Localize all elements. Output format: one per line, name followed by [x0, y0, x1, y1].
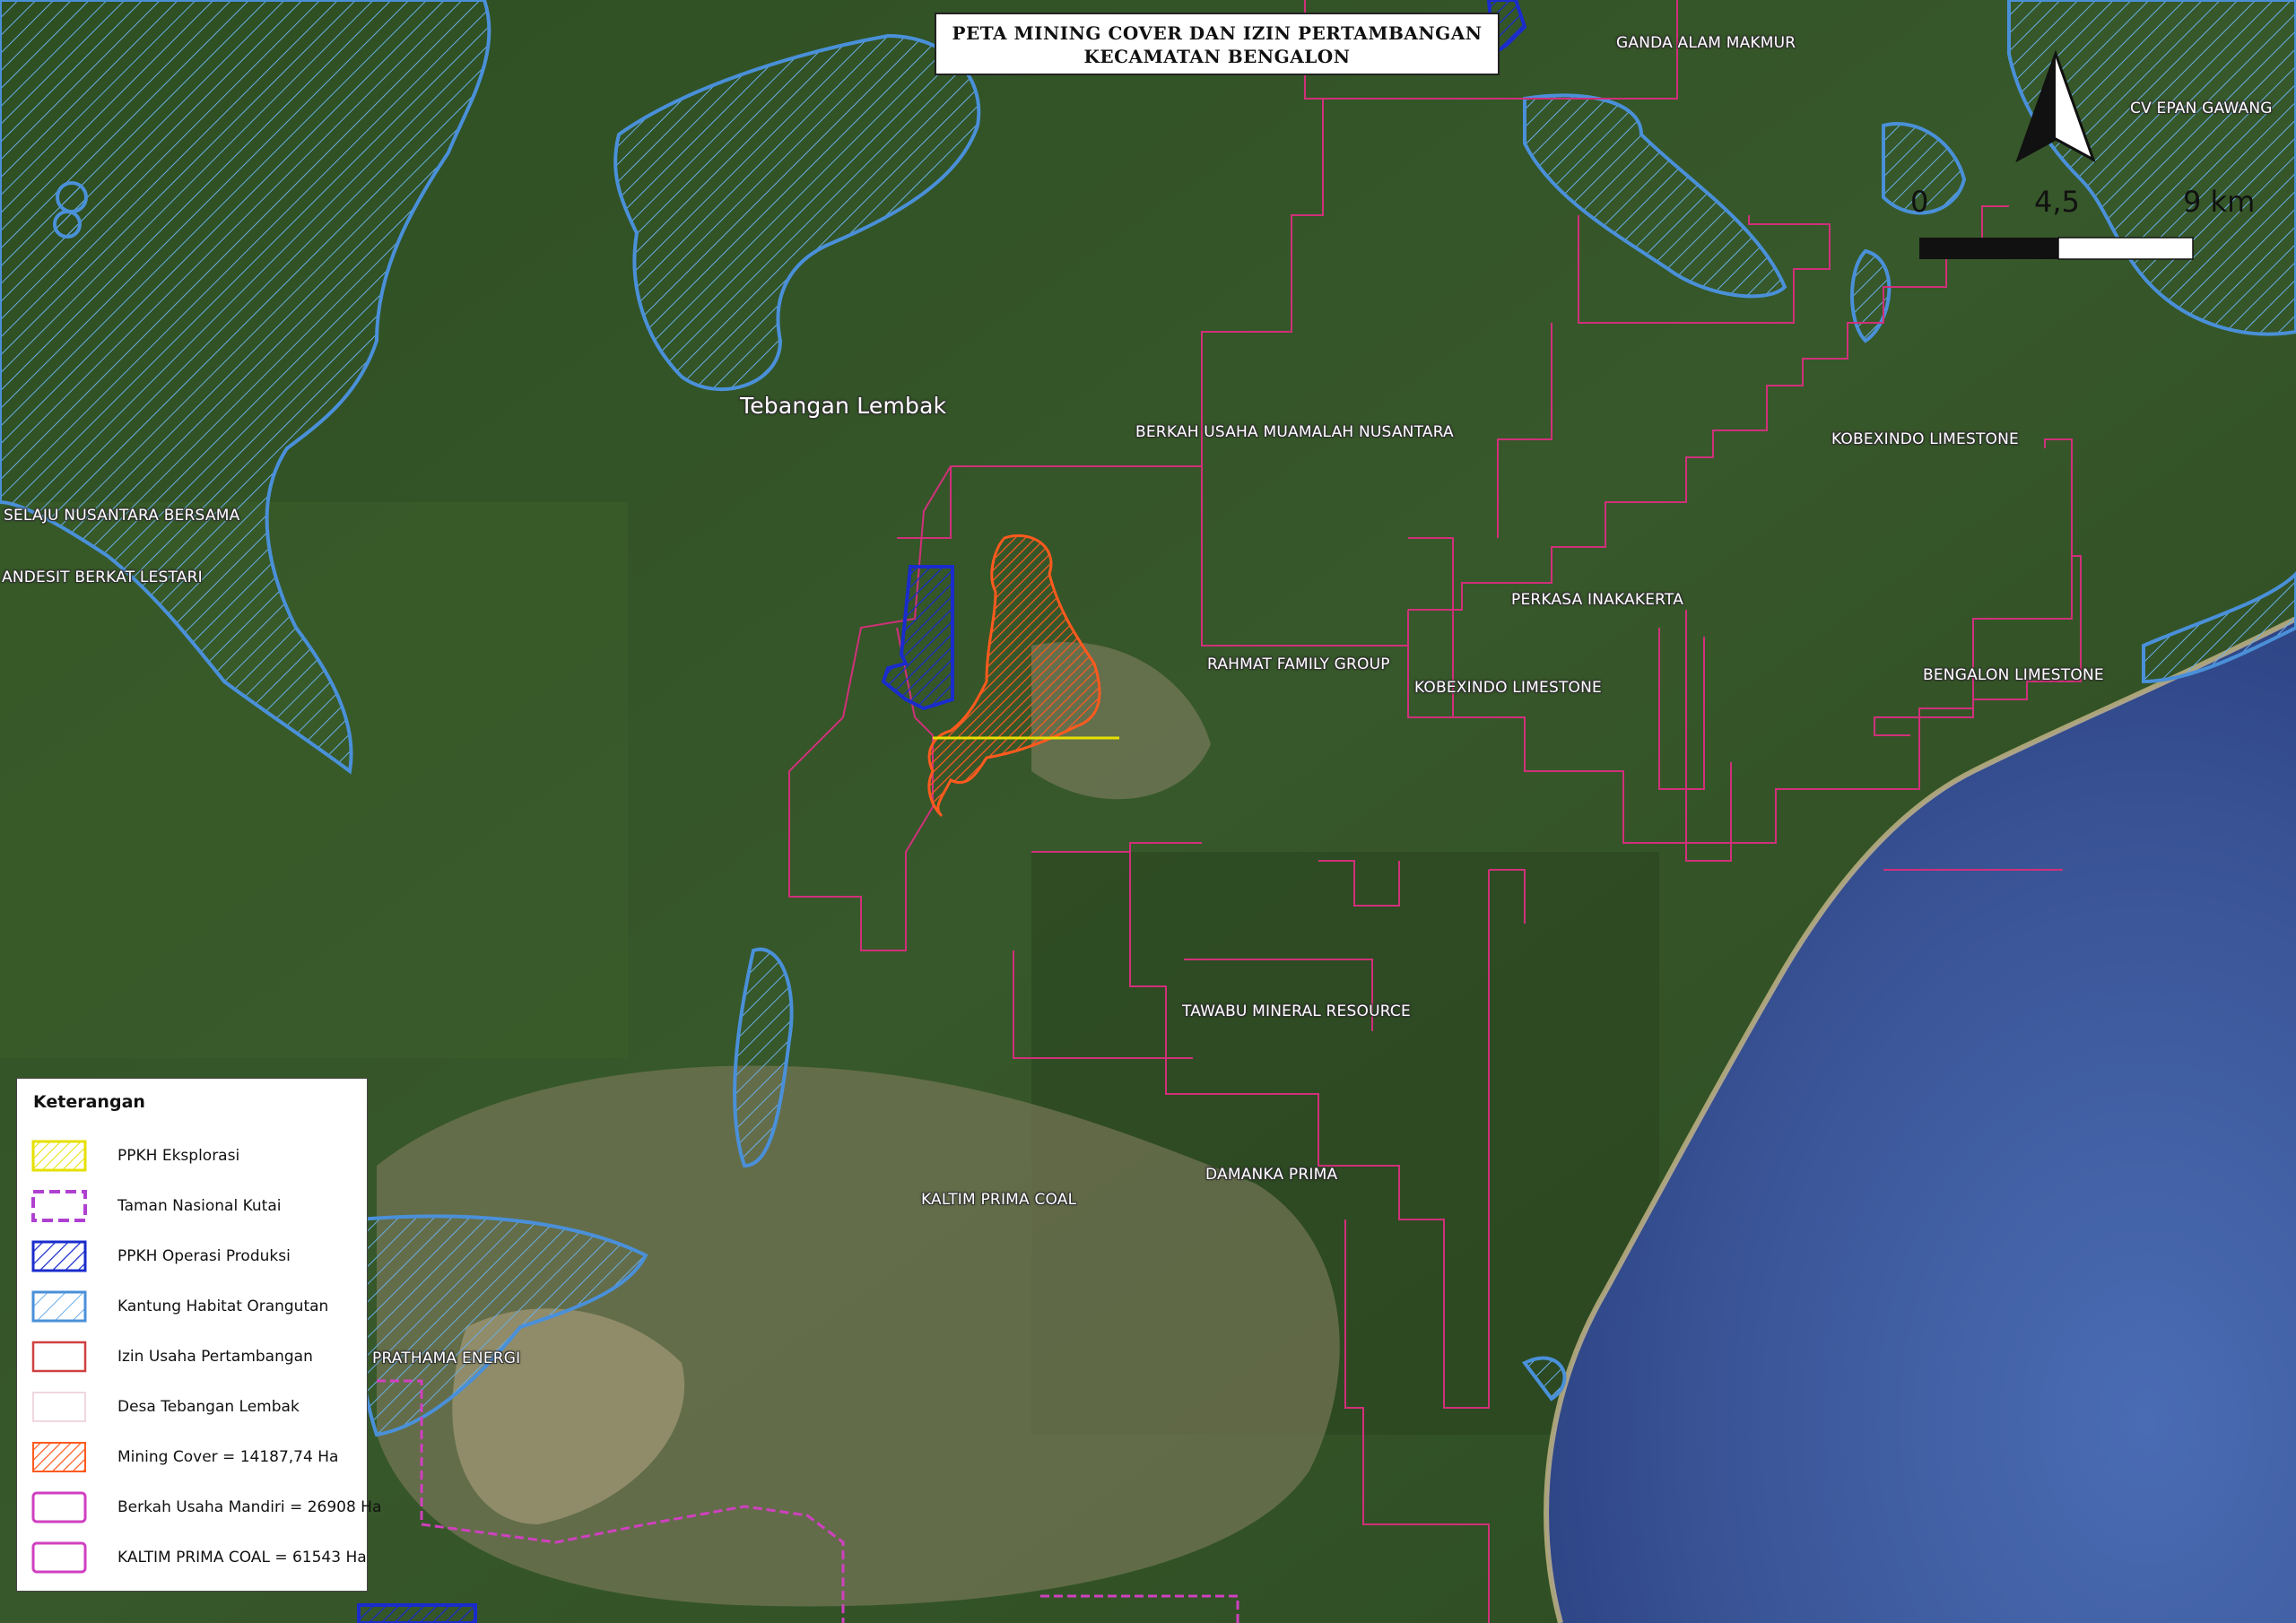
place-label-kobexindo-1[interactable]: KOBEXINDO LIMESTONE	[1831, 430, 2019, 448]
blue-hatch-icon	[31, 1240, 87, 1272]
legend-item-izin-usaha[interactable]: Izin Usaha Pertambangan	[31, 1341, 363, 1375]
orange-hatch-icon	[32, 1442, 86, 1472]
place-label-tebangan-lembak[interactable]: Tebangan Lembak	[740, 393, 946, 419]
place-label-prathama[interactable]: PRATHAMA ENERGI	[372, 1350, 520, 1367]
place-label-ganda-alam-makmur[interactable]: GANDA ALAM MAKMUR	[1616, 34, 1796, 52]
legend-item-taman-nasional[interactable]: Taman Nasional Kutai	[31, 1190, 363, 1224]
place-label-cv-epan-gawang[interactable]: CV EPAN GAWANG	[2130, 100, 2273, 117]
place-label-kaltim-prima[interactable]: KALTIM PRIMA COAL	[921, 1191, 1076, 1209]
place-label-kobexindo-2[interactable]: KOBEXINDO LIMESTONE	[1414, 679, 1602, 697]
magenta-outline-icon	[31, 1491, 87, 1523]
place-label-damanka[interactable]: DAMANKA PRIMA	[1205, 1166, 1337, 1184]
place-label-tawabu[interactable]: TAWABU MINERAL RESOURCE	[1182, 1002, 1411, 1020]
lightblue-hatch-icon	[31, 1290, 87, 1323]
pale-outline-icon	[32, 1392, 86, 1422]
map-title: PETA MINING COVER DAN IZIN PERTAMBANGAN …	[935, 13, 1500, 75]
legend-label: Berkah Usaha Mandiri = 26908 Ha	[117, 1498, 382, 1516]
legend-title: Keterangan	[33, 1092, 145, 1112]
scale-label-0: 0	[1910, 185, 1929, 219]
legend-label: Taman Nasional Kutai	[117, 1197, 282, 1215]
scale-label-max: 9 km	[2183, 185, 2256, 219]
legend-label: Izin Usaha Pertambangan	[117, 1348, 313, 1366]
map-title-line2: KECAMATAN BENGALON	[1083, 46, 1351, 67]
magenta-outline-icon-2	[31, 1541, 87, 1574]
legend-label: Mining Cover = 14187,74 Ha	[117, 1448, 339, 1466]
legend-item-mining-cover[interactable]: Mining Cover = 14187,74 Ha	[31, 1441, 363, 1475]
place-label-berkah-usaha[interactable]: BERKAH USAHA MUAMALAH NUSANTARA	[1135, 423, 1454, 441]
purple-dashed-icon	[31, 1190, 87, 1222]
legend-label: Desa Tebangan Lembak	[117, 1398, 300, 1416]
legend-item-desa-tebangan[interactable]: Desa Tebangan Lembak	[31, 1391, 363, 1425]
legend-label: Kantung Habitat Orangutan	[117, 1298, 329, 1315]
red-outline-icon	[31, 1341, 87, 1373]
place-label-bengalon-limestone[interactable]: BENGALON LIMESTONE	[1923, 666, 2104, 684]
legend-item-kaltim-prima[interactable]: KALTIM PRIMA COAL = 61543 Ha	[31, 1541, 367, 1575]
legend-item-ppkh-eksplorasi[interactable]: PPKH Eksplorasi	[31, 1140, 363, 1174]
legend-label: KALTIM PRIMA COAL = 61543 Ha	[117, 1549, 367, 1567]
yellow-hatch-icon	[31, 1140, 87, 1172]
place-label-perkasa[interactable]: PERKASA INAKAKERTA	[1511, 591, 1683, 609]
legend-label: PPKH Eksplorasi	[117, 1147, 240, 1165]
scale-label-mid: 4,5	[2034, 185, 2080, 219]
ppkh-operasi-south	[357, 1603, 477, 1623]
legend-item-habitat-orangutan[interactable]: Kantung Habitat Orangutan	[31, 1290, 363, 1324]
legend-item-berkah-usaha[interactable]: Berkah Usaha Mandiri = 26908 Ha	[31, 1491, 381, 1525]
place-label-selaju[interactable]: SELAJU NUSANTARA BERSAMA	[4, 507, 239, 525]
map-title-line1: PETA MINING COVER DAN IZIN PERTAMBANGAN	[952, 22, 1483, 44]
place-label-andesit[interactable]: ANDESIT BERKAT LESTARI	[2, 568, 203, 586]
legend-item-ppkh-operasi[interactable]: PPKH Operasi Produksi	[31, 1240, 363, 1274]
legend-label: PPKH Operasi Produksi	[117, 1247, 291, 1265]
place-label-rahmat[interactable]: RAHMAT FAMILY GROUP	[1207, 655, 1390, 673]
legend-panel: Keterangan PPKH Eksplorasi Taman Nasiona…	[16, 1078, 381, 1592]
scale-bar	[1919, 237, 2194, 260]
